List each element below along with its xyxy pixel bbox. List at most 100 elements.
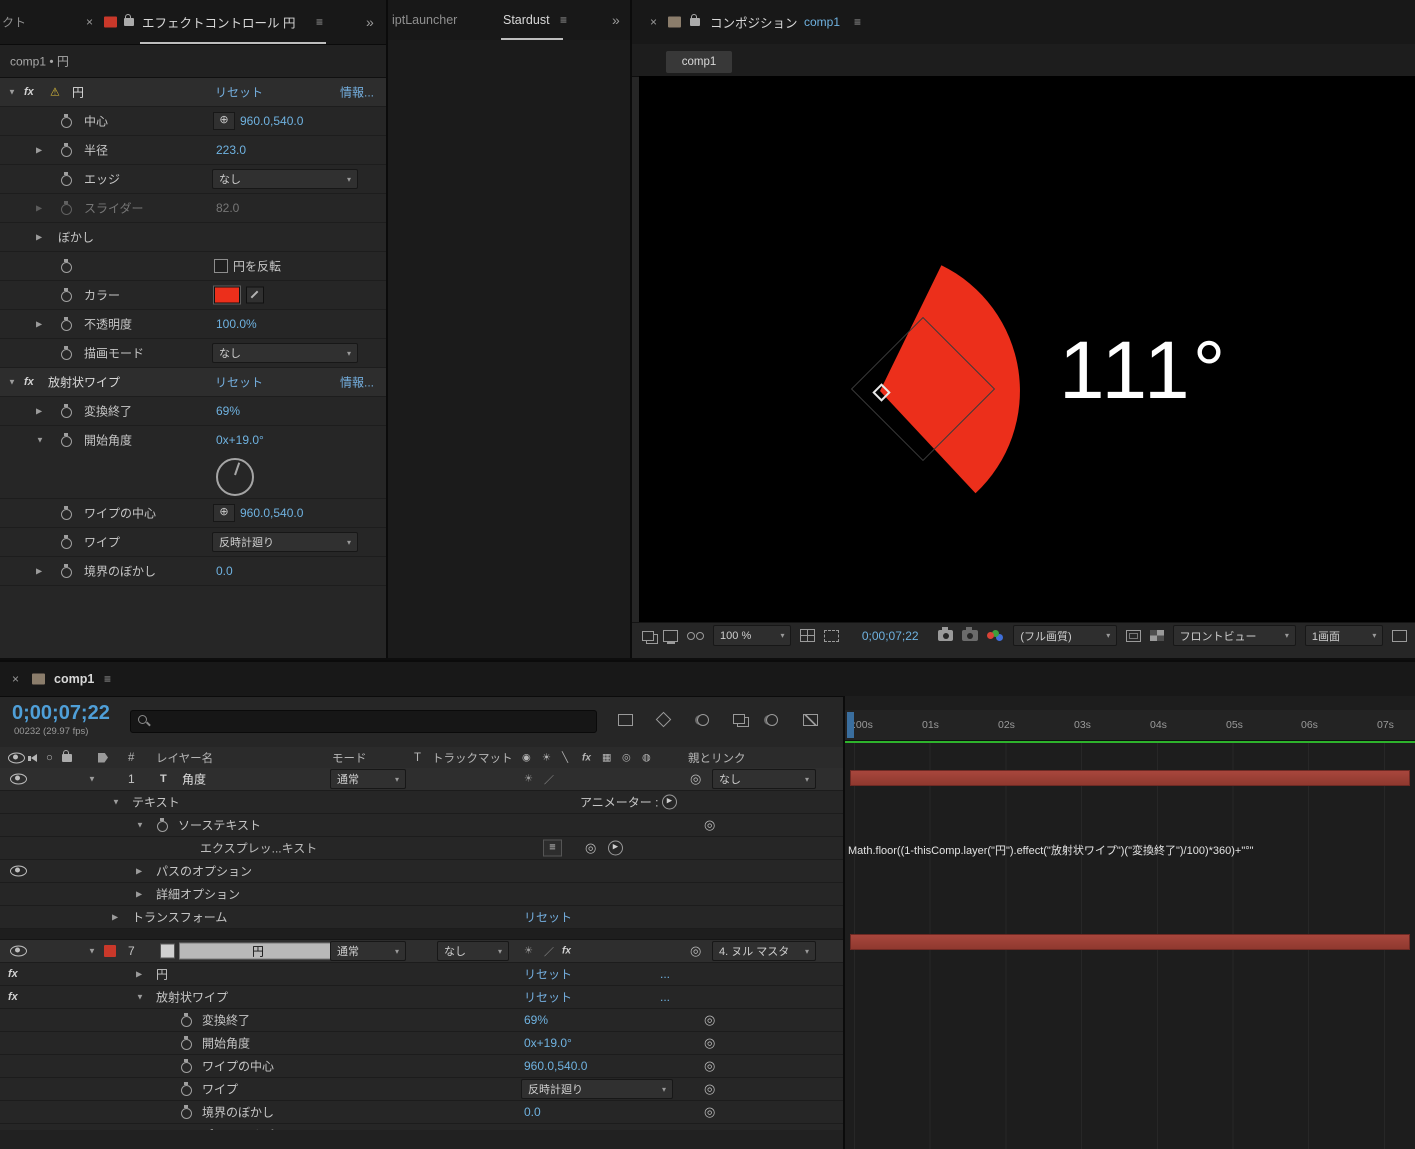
shy-layers-icon[interactable] <box>697 714 709 726</box>
pickwhip-icon[interactable]: ◎ <box>704 1035 715 1051</box>
time-ruler[interactable]: :00s 01s 02s 03s 04s 05s 06s 07s <box>845 710 1415 741</box>
pickwhip-icon[interactable]: ◎ <box>585 840 596 856</box>
composition-mini-flowchart-icon[interactable] <box>618 714 633 726</box>
layer-name-column-header[interactable]: レイヤー名 <box>156 750 213 766</box>
transform-row[interactable]: ▶ トランスフォーム リセット <box>0 906 843 929</box>
property-value[interactable]: 0.0 <box>216 564 233 578</box>
eye-icon[interactable] <box>10 945 27 957</box>
overflow-icon[interactable]: » <box>612 12 620 28</box>
lock-icon[interactable] <box>124 14 134 26</box>
property-value[interactable]: 0x+19.0° <box>524 1036 572 1050</box>
fx-switch-icon[interactable]: fx <box>562 946 571 957</box>
blend-mode-select[interactable]: なし ▾ <box>212 343 358 363</box>
property-value[interactable]: 960.0,540.0 <box>524 1059 587 1073</box>
close-icon[interactable]: × <box>650 15 657 29</box>
property-value[interactable]: 0x+19.0° <box>216 433 264 447</box>
expand-icon[interactable]: ▶ <box>36 204 42 213</box>
info-link[interactable]: 情報... <box>340 84 374 101</box>
collapse-icon[interactable]: ▼ <box>36 436 44 445</box>
expand-icon[interactable]: ▶ <box>36 320 42 329</box>
stopwatch-icon[interactable] <box>60 404 72 418</box>
collapse-icon[interactable]: ▼ <box>8 378 16 387</box>
panel-menu-icon[interactable]: ≡ <box>560 13 567 27</box>
stopwatch-icon[interactable] <box>60 288 72 302</box>
collapse-icon[interactable]: ▼ <box>8 88 16 97</box>
label-color-chip[interactable] <box>104 945 116 957</box>
grid-guides-icon[interactable] <box>800 629 816 642</box>
invert-checkbox[interactable] <box>214 259 228 273</box>
effect-circle-row[interactable]: fx ▶ 円 リセット ... <box>0 963 843 986</box>
options-link[interactable]: ... <box>660 967 670 981</box>
layer-duration-bar-7[interactable] <box>850 934 1410 950</box>
quality-switch-icon[interactable]: ☀ <box>524 946 533 957</box>
pickwhip-icon[interactable]: ◎ <box>704 1104 715 1120</box>
eye-icon[interactable] <box>10 773 27 785</box>
resolution-select[interactable]: (フル画質) ▾ <box>1013 625 1118 646</box>
stopwatch-icon[interactable] <box>60 564 72 578</box>
pickwhip-icon[interactable]: ◎ <box>690 771 701 787</box>
blend-mode-select[interactable]: 通常 ▾ <box>330 769 406 789</box>
collapse-icon[interactable]: ▼ <box>136 993 144 1002</box>
text-group-row[interactable]: ▼ テキスト アニメーター : ▶ <box>0 791 843 814</box>
draft-3d-icon[interactable] <box>655 711 672 728</box>
comp-tab[interactable]: comp1 <box>666 51 732 73</box>
t-column-header[interactable]: T <box>414 752 421 764</box>
stopwatch-icon[interactable] <box>60 317 72 331</box>
effect-name[interactable]: 円 <box>72 84 84 101</box>
eyedropper-icon[interactable] <box>246 286 264 304</box>
expand-icon[interactable]: ▶ <box>36 146 42 155</box>
source-text-row[interactable]: ▼ ソーステキスト ◎ <box>0 814 843 837</box>
tab-script-launcher[interactable]: iptLauncher <box>392 13 457 27</box>
stopwatch-icon[interactable] <box>180 1105 192 1119</box>
zoom-select[interactable]: 100 % ▾ <box>713 625 792 646</box>
expand-icon[interactable]: ▶ <box>112 913 118 922</box>
stopwatch-icon[interactable] <box>60 433 72 447</box>
property-value[interactable]: 0.0 <box>524 1105 541 1119</box>
display-icon[interactable] <box>662 629 679 644</box>
current-time-indicator[interactable] <box>847 712 854 738</box>
lock-icon[interactable] <box>690 14 700 26</box>
reset-link[interactable]: リセット <box>524 989 572 1006</box>
expand-icon[interactable]: ▶ <box>136 890 142 899</box>
layer-name-edit[interactable]: 円 <box>179 942 337 960</box>
stopwatch-icon[interactable] <box>60 506 72 520</box>
stopwatch-icon[interactable] <box>156 818 168 832</box>
eye-icon[interactable] <box>10 865 27 877</box>
trackmatte-select[interactable]: なし ▾ <box>437 941 509 961</box>
expression-field[interactable]: Math.floor((1-thisComp.layer("円").effect… <box>848 842 1413 858</box>
timeline-tab[interactable]: comp1 <box>54 672 94 686</box>
panel-menu-icon[interactable]: ≡ <box>104 672 111 686</box>
collapse-icon[interactable]: ▼ <box>112 798 120 807</box>
parent-select[interactable]: 4. ヌル マスタ ▾ <box>712 941 816 961</box>
trackmatte-column-header[interactable]: トラックマット <box>432 750 513 766</box>
stopwatch-icon[interactable] <box>60 114 72 128</box>
stopwatch-icon[interactable] <box>180 1059 192 1073</box>
pixel-aspect-icon[interactable] <box>1392 629 1408 642</box>
transparency-grid-icon[interactable] <box>1149 630 1164 641</box>
property-value[interactable]: 69% <box>216 404 240 418</box>
layer-duration-bar-1[interactable] <box>850 770 1410 786</box>
graph-editor-icon[interactable] <box>803 714 818 726</box>
stopwatch-icon[interactable] <box>180 1013 192 1027</box>
tab-effect-controls[interactable]: エフェクトコントロール 円 <box>142 13 295 32</box>
options-link[interactable]: ... <box>660 990 670 1004</box>
collapse-icon[interactable]: ▼ <box>88 947 96 956</box>
panel-title[interactable]: コンポジション <box>710 13 798 32</box>
layer-name[interactable]: 角度 <box>182 771 206 788</box>
draft-switch-icon[interactable]: ／ <box>544 772 554 787</box>
prop-angle-row[interactable]: 開始角度 0x+19.0° ◎ <box>0 1032 843 1055</box>
property-value[interactable]: 69% <box>524 1013 548 1027</box>
path-options-row[interactable]: ▶ パスのオプション <box>0 860 843 883</box>
property-value[interactable]: 960.0,540.0 <box>240 114 303 128</box>
expression-enable-icon[interactable]: ≡ <box>543 839 562 857</box>
parent-select[interactable]: なし ▾ <box>712 769 816 789</box>
close-icon[interactable]: × <box>12 672 19 686</box>
property-value[interactable]: 223.0 <box>216 143 246 157</box>
quality-switch-icon[interactable]: ☀ <box>524 774 533 785</box>
stopwatch-icon[interactable] <box>60 172 72 186</box>
pickwhip-icon[interactable]: ◎ <box>690 943 701 959</box>
snapshot-icon[interactable] <box>937 627 954 641</box>
overflow-icon[interactable]: » <box>366 14 374 30</box>
draft-switch-icon[interactable]: ／ <box>544 944 554 959</box>
current-timecode[interactable]: 0;00;07;22 <box>12 702 110 725</box>
